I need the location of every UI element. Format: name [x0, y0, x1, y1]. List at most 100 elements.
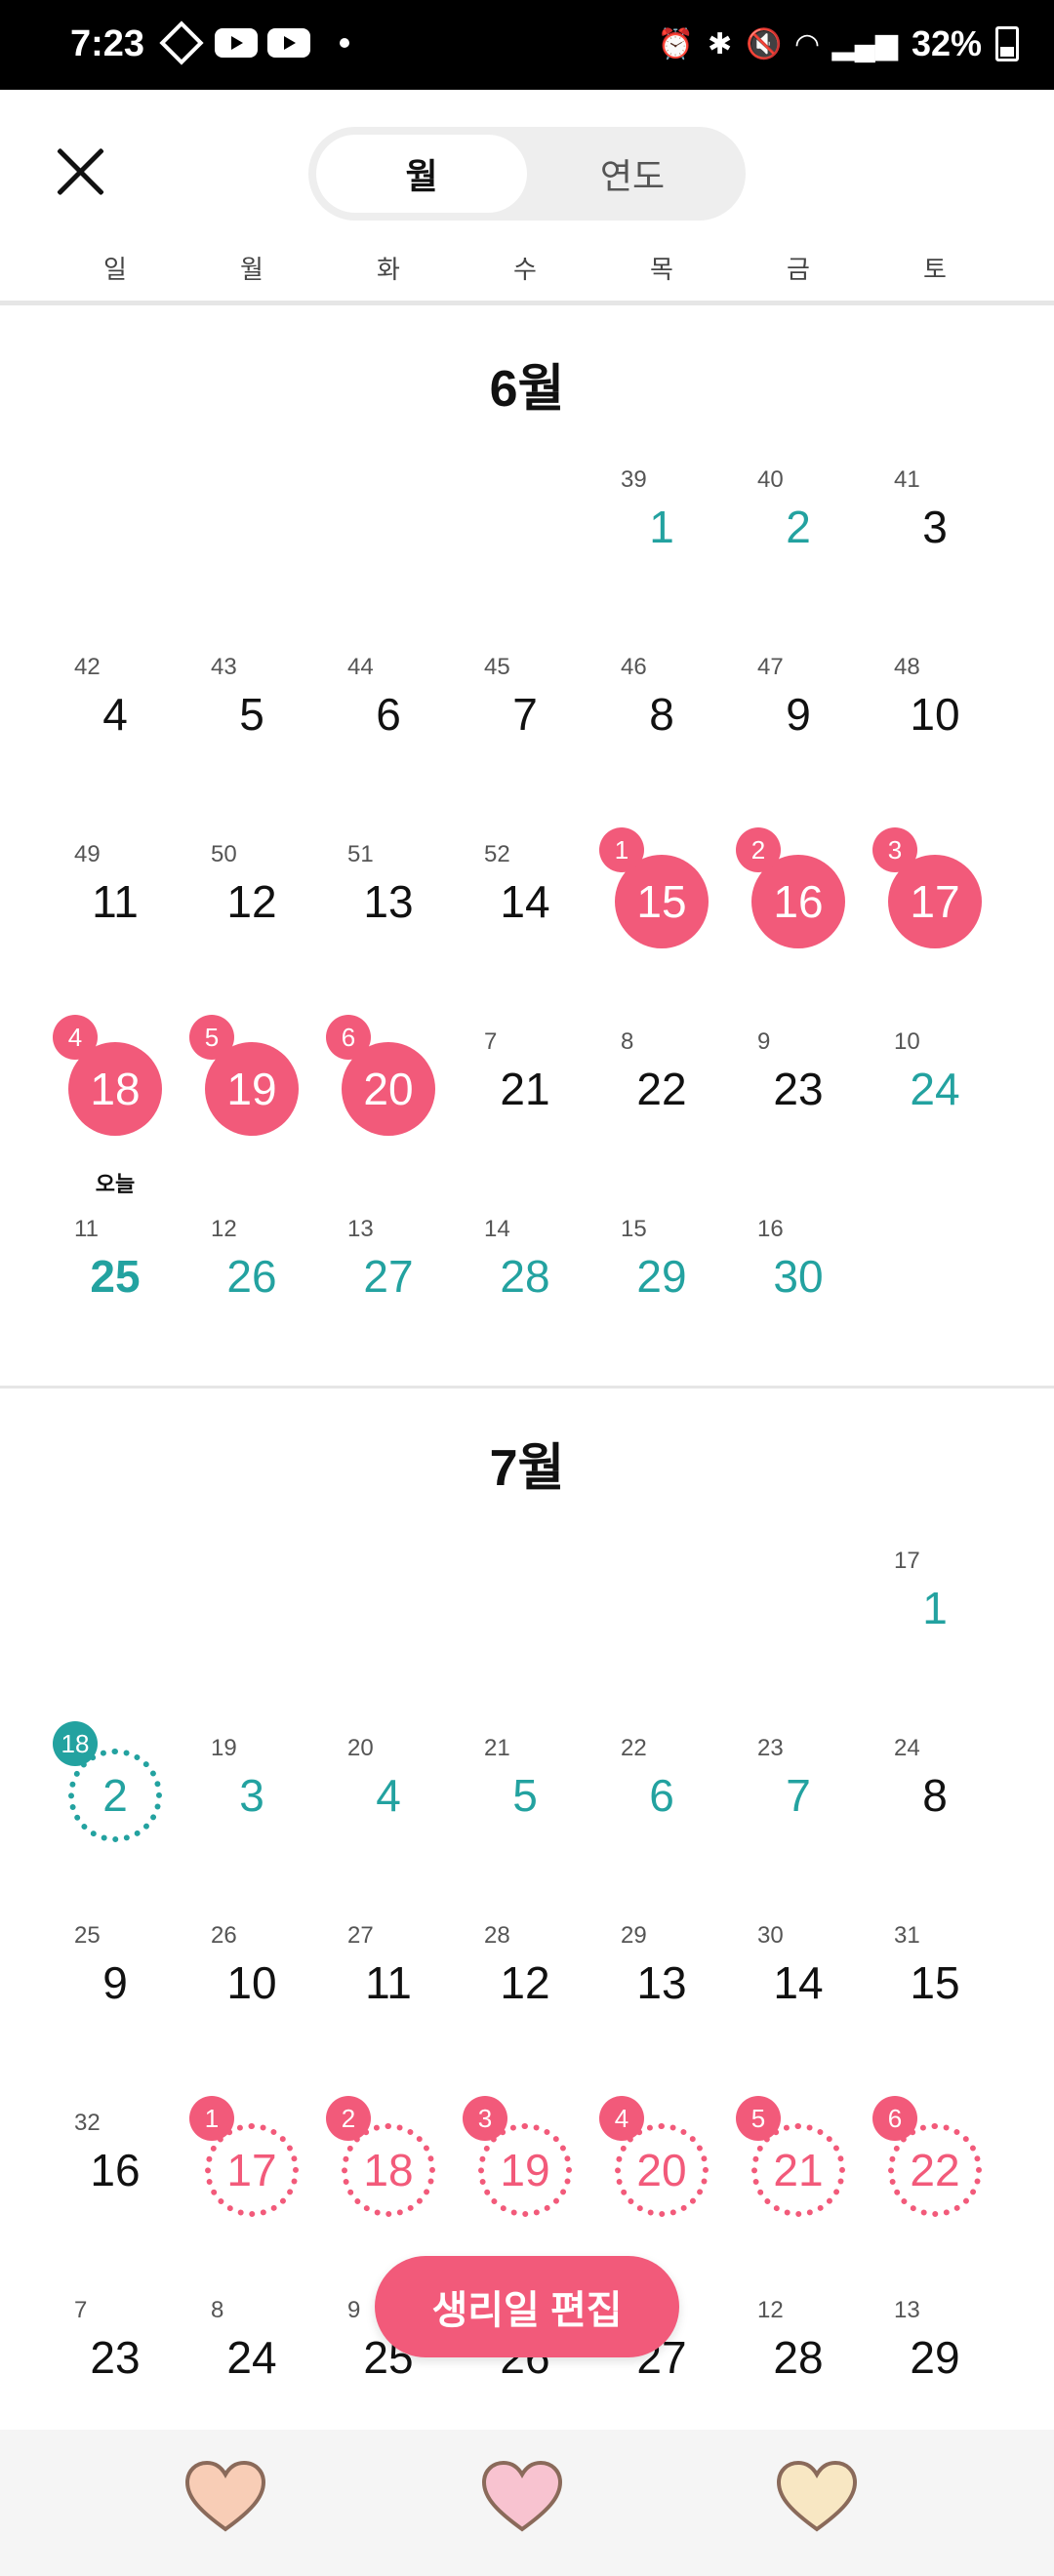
cycle-day: 31 — [894, 1922, 920, 1949]
date-number: 6 — [376, 689, 401, 740]
date-number: 10 — [226, 1957, 277, 2008]
calendar-day[interactable]: 22 8 — [593, 1028, 730, 1216]
cycle-day-badge: 5 — [736, 2096, 781, 2141]
calendar-day[interactable]: 15 31 — [867, 1922, 1003, 2110]
calendar-day[interactable]: 21 7 — [457, 1028, 593, 1216]
calendar-day[interactable]: 6 22 — [593, 1735, 730, 1922]
calendar-day[interactable]: 1 39 — [593, 466, 730, 654]
close-icon[interactable] — [47, 137, 117, 207]
cycle-day: 52 — [484, 841, 510, 867]
calendar-day[interactable]: 8 46 — [593, 654, 730, 841]
date-number: 17 — [226, 2145, 277, 2195]
weekday-label: 토 — [923, 255, 947, 284]
date-number: 14 — [500, 876, 550, 927]
calendar-day[interactable]: 10 26 — [183, 1922, 320, 2110]
heart-shape — [481, 2460, 563, 2532]
heart-icon[interactable] — [182, 2457, 269, 2535]
calendar-day[interactable]: 10 48 — [867, 654, 1003, 841]
calendar-day[interactable]: 26 12 — [183, 1216, 320, 1403]
date-number: 11 — [365, 1957, 412, 2008]
tab-year[interactable]: 연도 — [527, 135, 738, 213]
battery-icon — [995, 26, 1019, 61]
calendar-day[interactable]: 15 1 — [593, 827, 730, 1028]
date-number: 20 — [636, 2145, 687, 2195]
cycle-day-badge: 1 — [599, 827, 644, 872]
calendar-day[interactable]: 29 15 — [593, 1216, 730, 1403]
calendar-day[interactable]: 7 45 — [457, 654, 593, 841]
heart-shape — [776, 2460, 858, 2532]
notification-icons — [158, 20, 349, 65]
calendar-day[interactable]: 13 29 — [593, 1922, 730, 2110]
date-number: 22 — [636, 1064, 687, 1114]
weekday-label: 목 — [650, 255, 673, 284]
header-divider — [0, 301, 1054, 305]
calendar-day[interactable]: 13 51 — [320, 841, 457, 1028]
weekday-label: 화 — [377, 255, 400, 284]
date-number: 3 — [239, 1770, 264, 1821]
calendar-day[interactable]: 21 5 — [730, 2096, 867, 2297]
calendar-day[interactable]: 20 6 — [320, 1015, 457, 1216]
cycle-day: 10 — [894, 1028, 920, 1055]
date-number: 24 — [910, 1064, 960, 1114]
calendar-day[interactable]: 3 41 — [867, 466, 1003, 654]
calendar-day[interactable]: 25 11 오늘 — [47, 1172, 183, 1403]
calendar-day[interactable]: 17 1 — [183, 2096, 320, 2297]
calendar-day[interactable]: 6 44 — [320, 654, 457, 841]
calendar-day[interactable]: 9 47 — [730, 654, 867, 841]
date-number: 28 — [773, 2332, 824, 2383]
calendar-day[interactable]: 11 27 — [320, 1922, 457, 2110]
cycle-day-badge: 6 — [326, 1015, 371, 1060]
calendar-day[interactable]: 30 16 — [730, 1216, 867, 1403]
date-number: 4 — [102, 689, 128, 740]
cycle-day-badge: 4 — [53, 1015, 98, 1060]
calendar-day[interactable]: 23 9 — [730, 1028, 867, 1216]
date-number: 15 — [636, 876, 687, 927]
calendar-day[interactable]: 27 13 — [320, 1216, 457, 1403]
calendar-day[interactable]: 14 52 — [457, 841, 593, 1028]
calendar-day[interactable]: 4 20 — [320, 1735, 457, 1922]
calendar-day[interactable]: 9 25 — [47, 1922, 183, 2110]
calendar-day[interactable]: 2 40 — [730, 466, 867, 654]
calendar-day[interactable]: 22 6 — [867, 2096, 1003, 2297]
cycle-day: 25 — [74, 1922, 101, 1949]
cycle-day: 40 — [757, 466, 784, 493]
calendar-day[interactable]: 19 5 — [183, 1015, 320, 1216]
cycle-day: 51 — [347, 841, 374, 867]
calendar-day[interactable]: 1 17 — [867, 1548, 1003, 1735]
cycle-day-badge: 3 — [463, 2096, 507, 2141]
calendar-day[interactable]: 17 3 — [867, 827, 1003, 1028]
cycle-day: 46 — [621, 654, 647, 680]
alarm-icon: ⏰ — [657, 27, 694, 60]
heart-icon[interactable] — [478, 2457, 566, 2535]
date-number: 6 — [649, 1770, 674, 1821]
signal-icon: ▂▄▆ — [831, 27, 898, 60]
cycle-day-badge: 3 — [872, 827, 917, 872]
cycle-day: 12 — [211, 1216, 237, 1242]
tab-month[interactable]: 월 — [316, 135, 527, 213]
cycle-day: 13 — [347, 1216, 374, 1242]
calendar-day[interactable]: 4 42 — [47, 654, 183, 841]
calendar-day[interactable]: 2 18 — [47, 1721, 183, 1922]
cycle-day: 26 — [211, 1922, 237, 1949]
calendar-day[interactable]: 14 30 — [730, 1922, 867, 2110]
calendar-day[interactable]: 3 19 — [183, 1735, 320, 1922]
calendar-day[interactable]: 5 43 — [183, 654, 320, 841]
calendar-day[interactable]: 11 49 — [47, 841, 183, 1028]
calendar-day[interactable]: 5 21 — [457, 1735, 593, 1922]
calendar-day[interactable]: 12 28 — [457, 1922, 593, 2110]
cycle-day: 50 — [211, 841, 237, 867]
status-bar: 7:23 ⏰ ✱ 🔇 ◠ ▂▄▆ 32% — [0, 0, 1054, 90]
calendar-day[interactable]: 16 32 — [47, 2110, 183, 2297]
cycle-day-badge: 1 — [189, 2096, 234, 2141]
calendar-day[interactable]: 8 24 — [867, 1735, 1003, 1922]
cycle-day: 49 — [74, 841, 101, 867]
calendar-day[interactable]: 12 50 — [183, 841, 320, 1028]
calendar-day[interactable]: 16 2 — [730, 827, 867, 1028]
heart-icon[interactable] — [773, 2457, 861, 2535]
date-number: 21 — [500, 1064, 550, 1114]
calendar-day[interactable]: 28 14 — [457, 1216, 593, 1403]
calendar-day[interactable]: 7 23 — [730, 1735, 867, 1922]
calendar-day[interactable]: 24 10 — [867, 1028, 1003, 1216]
date-number: 3 — [922, 502, 948, 552]
edit-period-button[interactable]: 생리일 편집 — [375, 2256, 679, 2357]
